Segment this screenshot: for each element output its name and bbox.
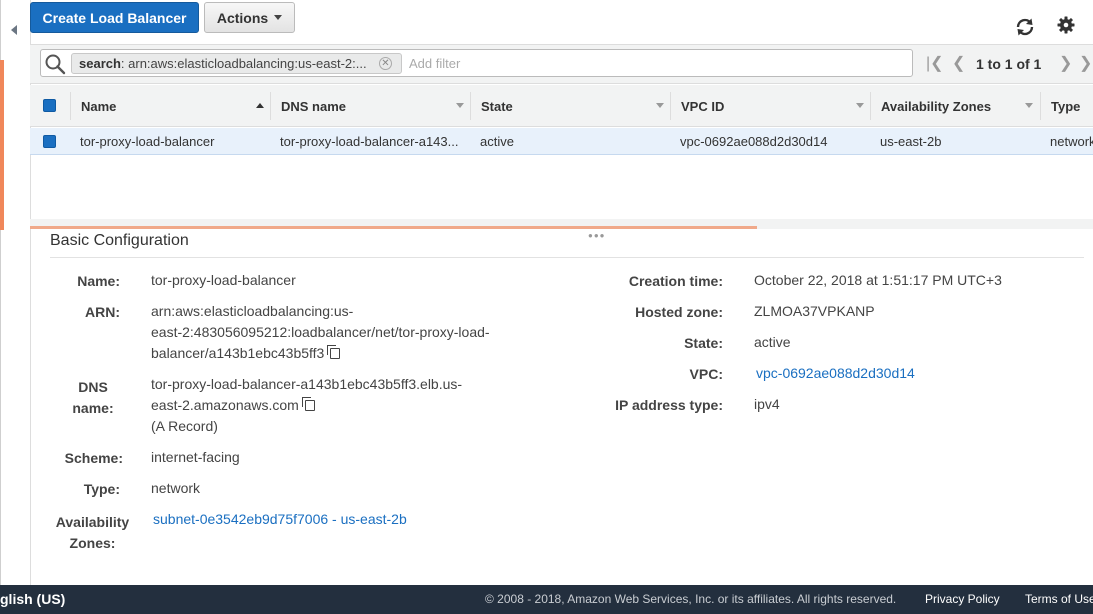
column-header-type[interactable]: Type	[1051, 99, 1080, 114]
dns-line: east-2.amazonaws.com	[151, 397, 299, 413]
sort-icon[interactable]	[456, 103, 464, 108]
vpc-link[interactable]: vpc-0692ae088d2d30d14	[756, 363, 915, 384]
terms-of-use-link[interactable]: Terms of Use	[1025, 592, 1093, 606]
hosted-zone-value: ZLMOA37VPKANP	[754, 303, 875, 319]
scheme-label: Scheme:	[64, 450, 123, 466]
create-load-balancer-button[interactable]: Create Load Balancer	[30, 2, 199, 33]
name-value: tor-proxy-load-balancer	[151, 272, 296, 288]
filter-token-key: search	[79, 56, 121, 71]
nav-accent-bar	[0, 60, 4, 230]
column-header-dns-name[interactable]: DNS name	[281, 99, 346, 114]
state-value: active	[754, 334, 791, 350]
sort-ascending-icon[interactable]	[256, 103, 264, 108]
filter-token[interactable]: search: arn:aws:elasticloadbalancing:us-…	[71, 53, 402, 74]
first-page-icon[interactable]: |❮	[926, 53, 944, 73]
column-divider[interactable]	[670, 92, 671, 120]
language-selector[interactable]: glish (US)	[0, 591, 65, 607]
splitter-accent	[30, 226, 757, 229]
vpc-label: VPC:	[689, 366, 723, 382]
last-page-icon[interactable]: ❯|	[1079, 53, 1093, 73]
collapse-nav-icon[interactable]	[11, 25, 17, 35]
column-divider[interactable]	[270, 92, 271, 120]
copy-icon[interactable]	[327, 345, 341, 359]
column-header-availability-zones[interactable]: Availability Zones	[881, 99, 991, 114]
column-divider[interactable]	[1040, 92, 1041, 120]
section-divider	[50, 257, 1084, 258]
pagination-text: 1 to 1 of 1	[976, 56, 1042, 72]
creation-time-label: Creation time:	[628, 273, 723, 289]
column-header-vpc-id[interactable]: VPC ID	[681, 99, 724, 114]
column-divider[interactable]	[470, 92, 471, 120]
az-label-line: Availability	[55, 514, 130, 530]
arn-label: ARN:	[85, 304, 120, 320]
chevron-down-icon	[274, 15, 283, 20]
actions-button[interactable]: Actions	[204, 2, 295, 33]
copy-icon[interactable]	[301, 397, 315, 411]
copyright-text: © 2008 - 2018, Amazon Web Services, Inc.…	[485, 592, 897, 606]
dns-line: tor-proxy-load-balancer-a143b1ebc43b5ff3…	[151, 376, 463, 392]
cell-dns-name[interactable]: tor-proxy-load-balancer-a143...	[280, 134, 458, 149]
sort-icon[interactable]	[656, 103, 664, 108]
type-value: network	[151, 480, 201, 496]
subnet-link[interactable]: subnet-0e3542eb9d75f7006 - us-east-2b	[153, 509, 407, 530]
name-label: Name:	[77, 273, 120, 289]
dns-record-type: (A Record)	[151, 418, 218, 434]
column-header-state[interactable]: State	[481, 99, 513, 114]
sort-icon[interactable]	[1025, 103, 1033, 108]
arn-line: east-2:483056095212:loadbalancer/net/tor…	[151, 324, 490, 340]
privacy-policy-link[interactable]: Privacy Policy	[925, 592, 1000, 606]
column-divider[interactable]	[870, 92, 871, 120]
hosted-zone-label: Hosted zone:	[635, 304, 723, 320]
row-checkbox[interactable]	[43, 135, 56, 148]
select-all-checkbox[interactable]	[43, 99, 56, 112]
state-label: State:	[684, 335, 723, 351]
availability-zones-label: Availability Zones:	[40, 512, 140, 554]
dns-label-line: name:	[72, 400, 114, 416]
previous-page-icon[interactable]: ❮	[952, 53, 965, 73]
scheme-value: internet-facing	[151, 449, 240, 465]
cell-type[interactable]: network	[1050, 134, 1093, 149]
cell-vpc-id[interactable]: vpc-0692ae088d2d30d14	[680, 134, 827, 149]
ip-address-type-value: ipv4	[754, 396, 780, 412]
add-filter-placeholder[interactable]: Add filter	[409, 56, 460, 71]
actions-label: Actions	[216, 9, 269, 26]
az-label-line: Zones:	[69, 535, 116, 551]
drag-handle-icon[interactable]: ●●●	[588, 231, 606, 240]
left-nav-panel	[0, 0, 31, 585]
dns-name-value: tor-proxy-load-balancer-a143b1ebc43b5ff3…	[151, 374, 551, 437]
remove-filter-icon[interactable]: ✕	[379, 57, 392, 70]
dns-name-label: DNS name:	[40, 377, 120, 419]
column-divider	[70, 92, 71, 120]
cell-name[interactable]: tor-proxy-load-balancer	[80, 134, 214, 149]
dns-label-line: DNS	[78, 379, 108, 395]
type-label: Type:	[83, 481, 120, 497]
panel-splitter[interactable]: ●●●	[30, 219, 1093, 240]
refresh-icon[interactable]	[1014, 16, 1036, 38]
footer: glish (US) © 2008 - 2018, Amazon Web Ser…	[0, 585, 1093, 614]
next-page-icon[interactable]: ❯	[1059, 53, 1072, 73]
creation-time-value: October 22, 2018 at 1:51:17 PM UTC+3	[754, 272, 1002, 288]
search-icon	[45, 54, 66, 75]
section-title: Basic Configuration	[50, 232, 189, 249]
cell-state[interactable]: active	[480, 134, 514, 149]
cell-availability-zones[interactable]: us-east-2b	[880, 134, 941, 149]
filter-token-value: : arn:aws:elasticloadbalancing:us-east-2…	[120, 56, 367, 71]
arn-line: arn:aws:elasticloadbalancing:us-	[151, 303, 354, 319]
arn-value: arn:aws:elasticloadbalancing:us- east-2:…	[151, 301, 551, 364]
sort-icon[interactable]	[856, 103, 864, 108]
gear-icon[interactable]	[1057, 16, 1075, 34]
column-header-name[interactable]: Name	[81, 99, 116, 114]
ip-address-type-label: IP address type:	[615, 397, 723, 413]
arn-line: balancer/a143b1ebc43b5ff3	[151, 345, 325, 361]
